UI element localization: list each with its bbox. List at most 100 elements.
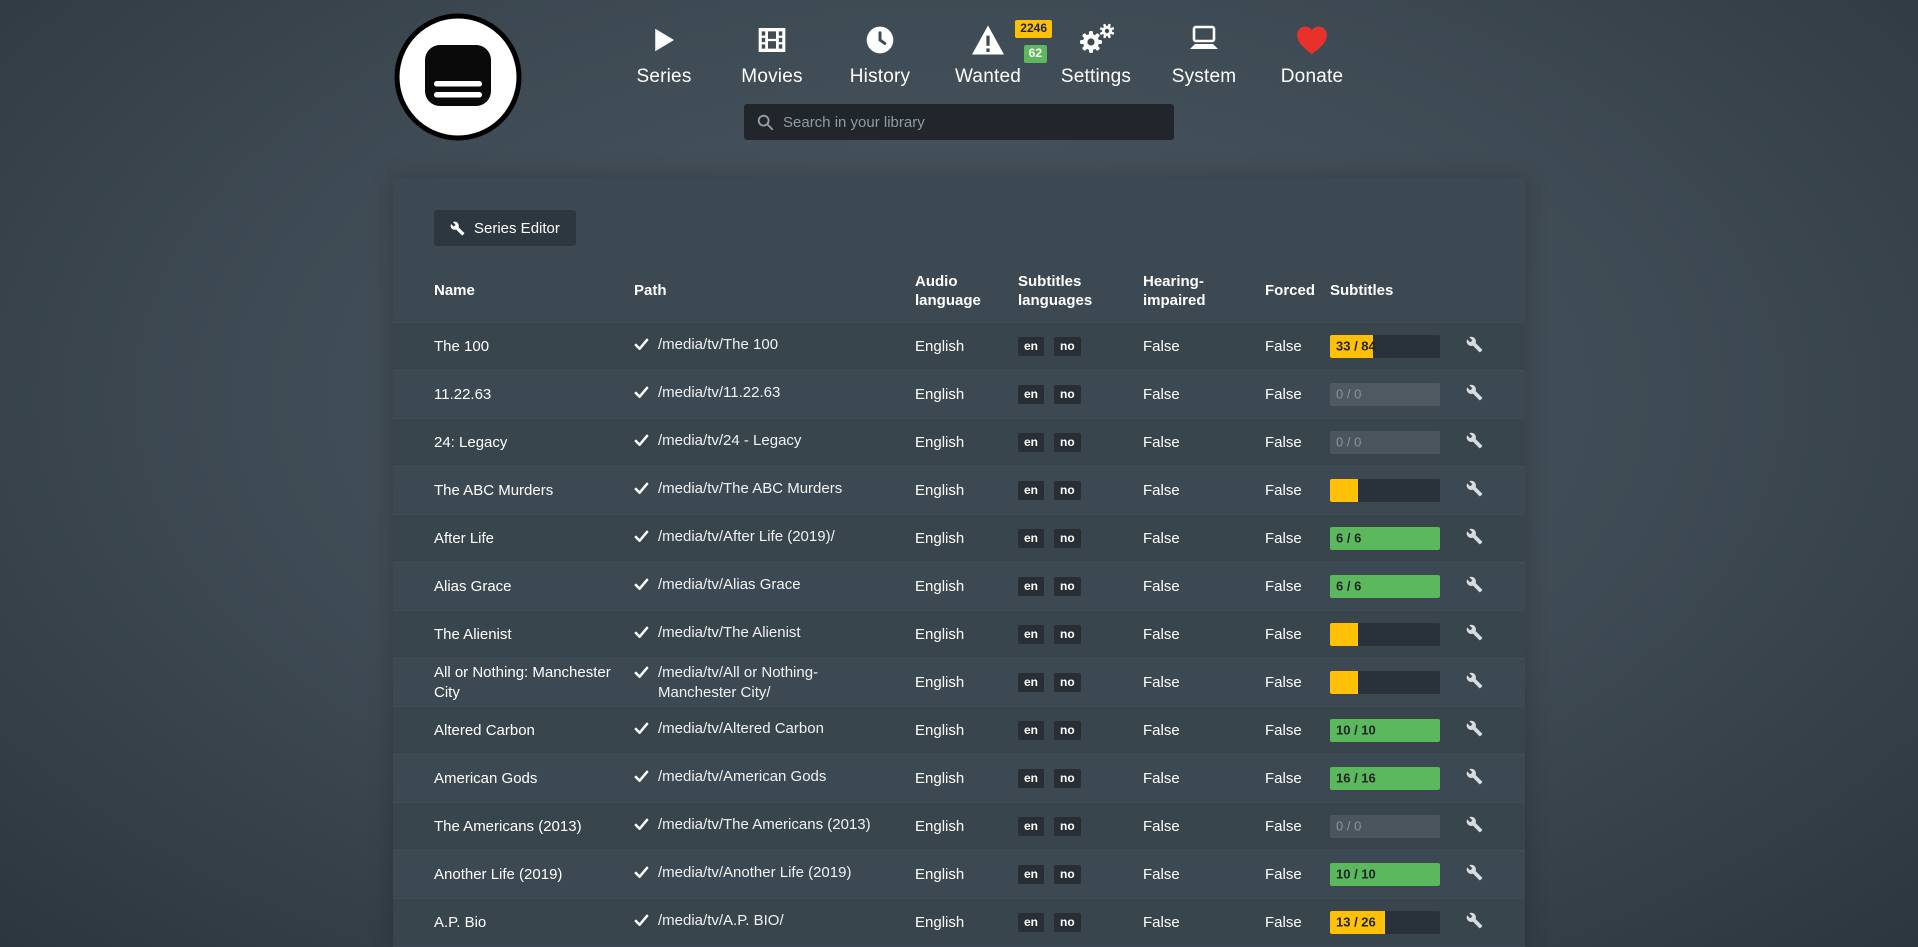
column-header: Path [634, 281, 915, 301]
row-actions [1464, 430, 1507, 455]
edit-series-button[interactable] [1464, 718, 1485, 739]
hearing-impaired-value: False [1143, 865, 1265, 885]
series-name[interactable]: After Life [434, 529, 634, 549]
series-row[interactable]: 24: Legacy/media/tv/24 - LegacyEnglishen… [393, 418, 1525, 466]
series-row[interactable]: The 100/media/tv/The 100EnglishennoFalse… [393, 322, 1525, 370]
nav-item-donate[interactable]: Donate [1258, 18, 1366, 88]
series-row[interactable]: After Life/media/tv/After Life (2019)/En… [393, 514, 1525, 562]
subtitles-progress-bar: 13 / 26 [1330, 911, 1440, 934]
edit-series-button[interactable] [1464, 574, 1485, 595]
edit-series-button[interactable] [1464, 910, 1485, 931]
hearing-impaired-value: False [1143, 769, 1265, 789]
subtitles-progress-bar: 6 / 6 [1330, 575, 1440, 598]
edit-series-button[interactable] [1464, 766, 1485, 787]
wrench-icon [1466, 773, 1483, 788]
series-name[interactable]: The Americans (2013) [434, 817, 634, 837]
series-row[interactable]: The Americans (2013)/media/tv/The Americ… [393, 802, 1525, 850]
series-row[interactable]: Alias Grace/media/tv/Alias GraceEnglishe… [393, 562, 1525, 610]
audio-language: English [915, 385, 1018, 405]
language-badge: no [1054, 769, 1081, 788]
edit-series-button[interactable] [1464, 814, 1485, 835]
series-editor-button[interactable]: Series Editor [434, 210, 576, 246]
audio-language: English [915, 625, 1018, 645]
series-name[interactable]: A.P. Bio [434, 913, 634, 933]
audio-language: English [915, 481, 1018, 501]
series-row[interactable]: American Gods/media/tv/American GodsEngl… [393, 754, 1525, 802]
check-icon [634, 721, 649, 742]
edit-series-button[interactable] [1464, 670, 1485, 691]
subtitles-languages: enno [1018, 385, 1143, 404]
series-row[interactable]: All or Nothing: Manchester City/media/tv… [393, 658, 1525, 706]
hearing-impaired-value: False [1143, 721, 1265, 741]
subtitles-languages: enno [1018, 769, 1143, 788]
series-name[interactable]: The ABC Murders [434, 481, 634, 501]
search-bar [744, 104, 1174, 140]
series-name[interactable]: 24: Legacy [434, 433, 634, 453]
language-badge: en [1018, 817, 1044, 836]
nav-label: History [850, 66, 911, 88]
language-badge: no [1054, 337, 1081, 356]
bazarr-logo[interactable] [393, 12, 523, 142]
series-name[interactable]: 11.22.63 [434, 385, 634, 405]
series-name[interactable]: The Alienist [434, 625, 634, 645]
film-icon [755, 18, 789, 62]
forced-value: False [1265, 385, 1330, 405]
nav-item-system[interactable]: System [1150, 18, 1258, 88]
edit-series-button[interactable] [1464, 622, 1485, 643]
series-name[interactable]: Alias Grace [434, 577, 634, 597]
wrench-icon [1466, 581, 1483, 596]
series-name[interactable]: All or Nothing: Manchester City [434, 663, 634, 702]
language-badge: en [1018, 913, 1044, 932]
search-icon [756, 113, 774, 131]
edit-series-button[interactable] [1464, 382, 1485, 403]
column-header: Hearing-impaired [1143, 272, 1265, 311]
subtitles-progress-cell: 10 / 10 [1330, 863, 1464, 886]
language-badge: no [1054, 433, 1081, 452]
progress-label: 0 / 0 [1336, 818, 1361, 835]
progress-label: 16 / 16 [1336, 770, 1376, 787]
subtitles-languages: enno [1018, 913, 1143, 932]
language-badge: en [1018, 337, 1044, 356]
hearing-impaired-value: False [1143, 529, 1265, 549]
edit-series-button[interactable] [1464, 478, 1485, 499]
audio-language: English [915, 433, 1018, 453]
search-input[interactable] [783, 114, 1162, 131]
row-actions [1464, 622, 1507, 647]
nav-item-wanted[interactable]: Wanted224662 [934, 18, 1042, 88]
wrench-icon [1466, 725, 1483, 740]
edit-series-button[interactable] [1464, 862, 1485, 883]
series-row[interactable]: Altered Carbon/media/tv/Altered CarbonEn… [393, 706, 1525, 754]
subtitles-progress-cell: 10 / 10 [1330, 719, 1464, 742]
path-text: /media/tv/All or Nothing- Manchester Cit… [658, 663, 895, 702]
series-row[interactable]: Another Life (2019)/media/tv/Another Lif… [393, 850, 1525, 898]
hearing-impaired-value: False [1143, 913, 1265, 933]
bazarr-window: SeriesMovies History Wanted224662 Settings… [0, 0, 1918, 947]
path-text: /media/tv/24 - Legacy [658, 431, 801, 451]
gears-icon [1076, 18, 1116, 62]
series-row[interactable]: The Alienist/media/tv/The AlienistEnglis… [393, 610, 1525, 658]
progress-label: 0 / 0 [1336, 386, 1361, 403]
subtitles-progress-bar: 10 / 10 [1330, 719, 1440, 742]
series-table: NamePathAudio languageSubtitles language… [393, 260, 1525, 946]
series-name[interactable]: Another Life (2019) [434, 865, 634, 885]
series-row[interactable]: The ABC Murders/media/tv/The ABC Murders… [393, 466, 1525, 514]
nav-item-settings[interactable]: Settings [1042, 18, 1150, 88]
edit-series-button[interactable] [1464, 430, 1485, 451]
forced-value: False [1265, 577, 1330, 597]
edit-series-button[interactable] [1464, 334, 1485, 355]
hearing-impaired-value: False [1143, 673, 1265, 693]
edit-series-button[interactable] [1464, 526, 1485, 547]
forced-value: False [1265, 865, 1330, 885]
path-text: /media/tv/After Life (2019)/ [658, 527, 835, 547]
nav-item-series[interactable]: Series [610, 18, 718, 88]
series-row[interactable]: 11.22.63/media/tv/11.22.63EnglishennoFal… [393, 370, 1525, 418]
series-row[interactable]: A.P. Bio/media/tv/A.P. BIO/EnglishennoFa… [393, 898, 1525, 946]
nav-item-movies[interactable]: Movies [718, 18, 826, 88]
check-icon [634, 865, 649, 886]
series-name[interactable]: The 100 [434, 337, 634, 357]
subtitles-progress-bar: 33 / 84 [1330, 335, 1440, 358]
series-name[interactable]: American Gods [434, 769, 634, 789]
series-name[interactable]: Altered Carbon [434, 721, 634, 741]
nav-item-history[interactable]: History [826, 18, 934, 88]
nav-label: Settings [1061, 66, 1131, 88]
